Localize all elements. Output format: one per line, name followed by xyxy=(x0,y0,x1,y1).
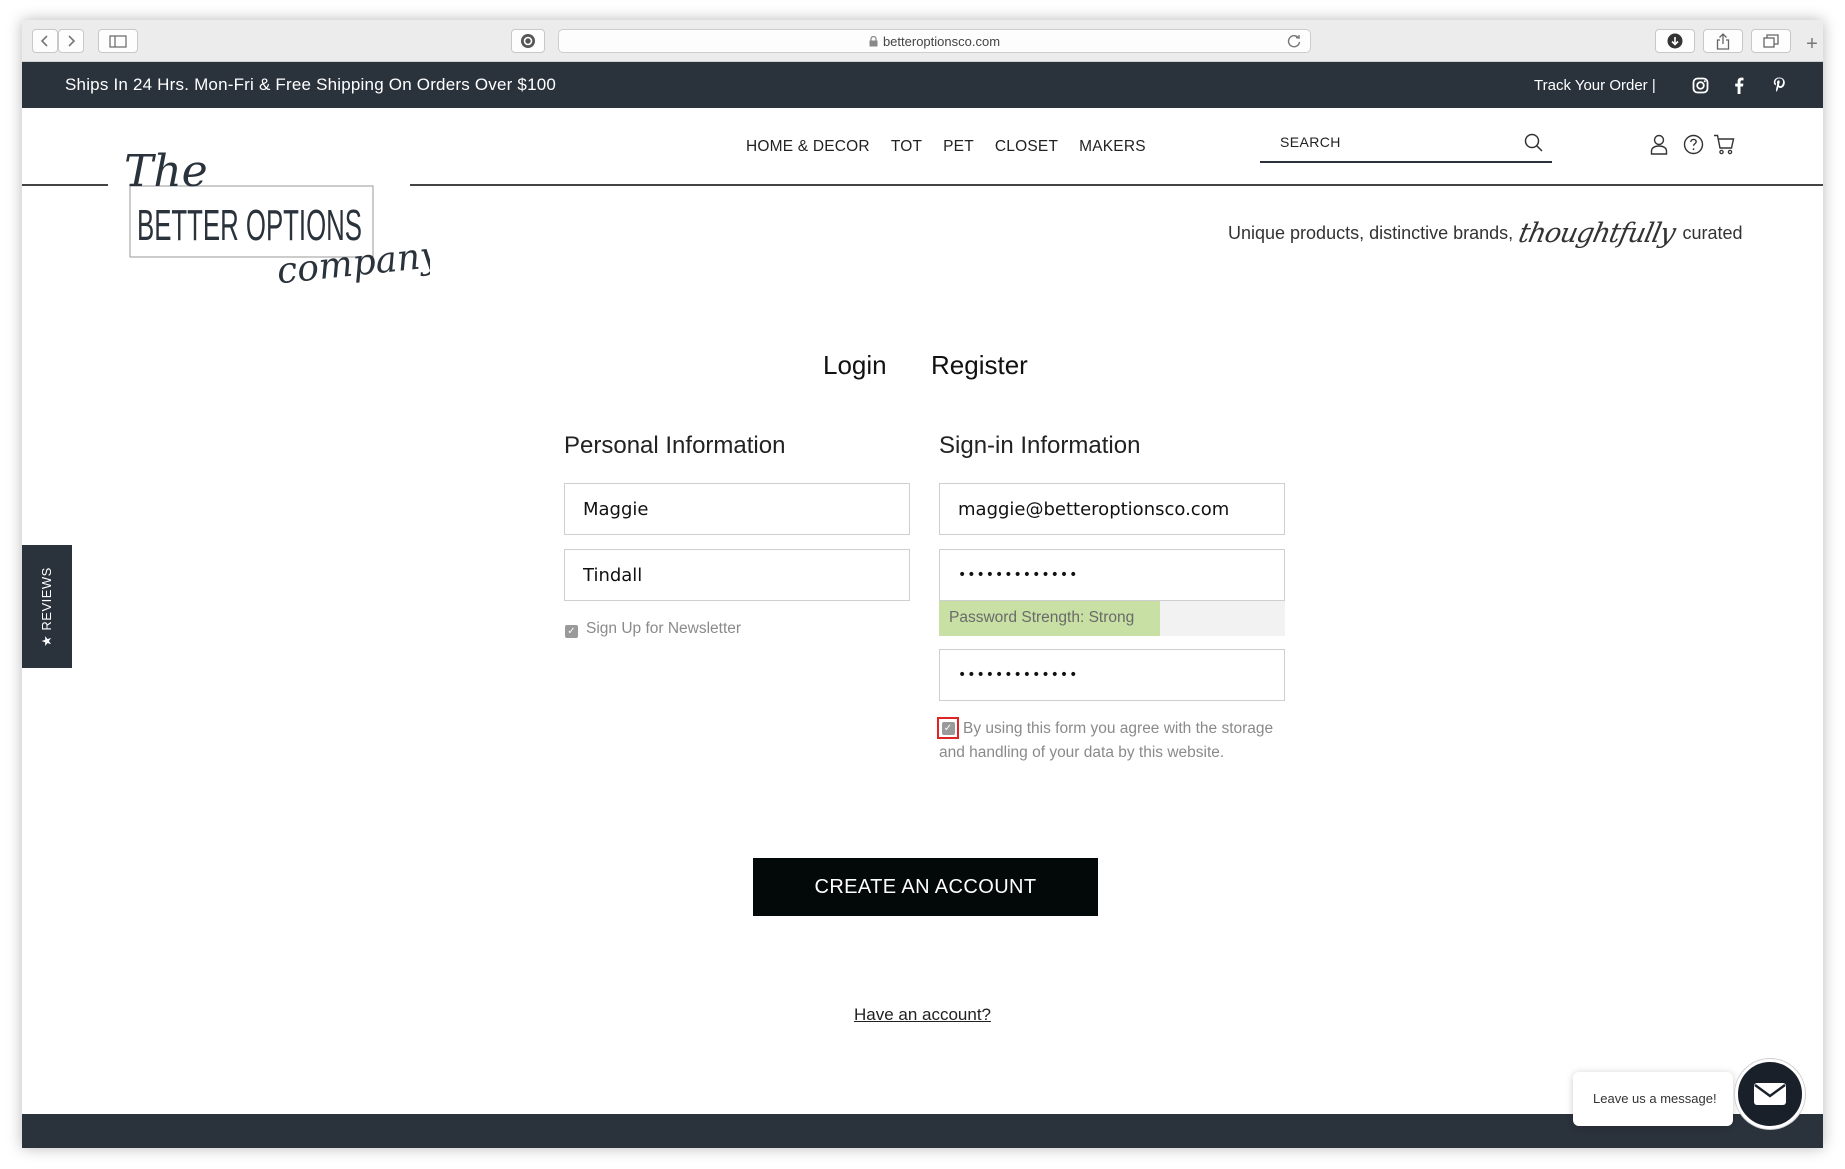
browser-window: betteroptionsco.com + Ships In 24 Hrs. M… xyxy=(22,20,1823,1148)
password-strength-label: Password Strength: Strong xyxy=(949,609,1135,626)
search-label: SEARCH xyxy=(1280,134,1341,150)
main-nav: HOME & DECOR TOT PET CLOSET MAKERS xyxy=(746,138,1167,156)
forward-button[interactable] xyxy=(58,29,84,53)
password-field[interactable]: ••••••••••••• xyxy=(939,549,1285,601)
reload-icon[interactable] xyxy=(1286,33,1302,49)
share-button[interactable] xyxy=(1703,29,1743,53)
new-tab-button[interactable]: + xyxy=(1801,29,1823,59)
share-icon xyxy=(1716,32,1730,50)
nav-item-pet[interactable]: PET xyxy=(943,138,974,156)
track-order-link[interactable]: Track Your Order | xyxy=(1534,77,1656,94)
address-bar[interactable]: betteroptionsco.com xyxy=(558,29,1311,53)
facebook-icon[interactable] xyxy=(1728,74,1750,96)
agree-checkbox[interactable]: ✓ xyxy=(937,717,959,739)
header-divider-right xyxy=(410,184,1823,186)
grammarly-icon xyxy=(521,34,535,48)
nav-item-makers[interactable]: MAKERS xyxy=(1079,138,1146,156)
create-account-button[interactable]: CREATE AN ACCOUNT xyxy=(753,858,1098,916)
tabs-icon xyxy=(1763,34,1779,48)
downloads-button[interactable] xyxy=(1655,29,1695,53)
url-text: betteroptionsco.com xyxy=(882,33,1001,49)
site-logo[interactable]: The BETTER OPTIONS company xyxy=(110,128,443,308)
help-icon[interactable] xyxy=(1681,132,1705,156)
personal-info-title: Personal Information xyxy=(564,432,786,459)
search-icon[interactable] xyxy=(1524,132,1544,154)
shipping-message: Ships In 24 Hrs. Mon-Fri & Free Shipping… xyxy=(65,75,557,94)
chat-button[interactable] xyxy=(1735,1059,1805,1129)
last-name-field[interactable]: Tindall xyxy=(564,549,910,601)
nav-item-closet[interactable]: CLOSET xyxy=(995,138,1058,156)
reviews-tab[interactable]: ★ REVIEWS xyxy=(22,545,72,668)
logo-main-text: BETTER OPTIONS xyxy=(137,201,362,250)
password-strength-meter: Password Strength: Strong xyxy=(939,601,1285,636)
back-button[interactable] xyxy=(32,29,58,53)
download-icon xyxy=(1667,33,1683,49)
search-field[interactable]: SEARCH xyxy=(1260,130,1552,163)
email-field[interactable]: maggie@betteroptionsco.com xyxy=(939,483,1285,535)
tagline: Unique products, distinctive brands, tho… xyxy=(1228,218,1743,249)
reviews-label: ★ REVIEWS xyxy=(39,566,54,647)
tab-login[interactable]: Login xyxy=(823,350,887,381)
announcement-bar: Ships In 24 Hrs. Mon-Fri & Free Shipping… xyxy=(22,62,1823,108)
envelope-icon xyxy=(1754,1083,1786,1105)
sidebar-toggle-button[interactable] xyxy=(98,29,138,53)
pinterest-icon[interactable] xyxy=(1768,74,1790,96)
confirm-password-field[interactable]: ••••••••••••• xyxy=(939,649,1285,701)
tabs-button[interactable] xyxy=(1751,29,1791,53)
sidebar-icon xyxy=(109,34,127,48)
account-icon[interactable] xyxy=(1647,132,1671,156)
extension-button[interactable] xyxy=(511,29,545,53)
logo-the-text: The xyxy=(124,146,208,197)
chat-message-bubble[interactable]: Leave us a message! xyxy=(1573,1072,1733,1126)
nav-item-tot[interactable]: TOT xyxy=(891,138,922,156)
chevron-right-icon xyxy=(68,35,76,47)
agree-check-mark: ✓ xyxy=(941,721,955,735)
agree-label: By using this form you agree with the st… xyxy=(939,720,1274,761)
tagline-prefix: Unique products, distinctive brands, xyxy=(1228,223,1514,243)
lock-icon xyxy=(869,35,878,46)
browser-toolbar: betteroptionsco.com + xyxy=(22,20,1823,62)
instagram-icon[interactable] xyxy=(1689,74,1711,96)
first-name-field[interactable]: Maggie xyxy=(564,483,910,535)
tab-register[interactable]: Register xyxy=(931,350,1028,381)
tagline-script: thoughtfully xyxy=(1515,218,1678,249)
signin-info-title: Sign-in Information xyxy=(939,432,1141,459)
cart-icon[interactable] xyxy=(1712,132,1736,156)
chevron-left-icon xyxy=(40,35,48,47)
newsletter-checkbox[interactable]: ✓ xyxy=(565,625,578,638)
have-account-link[interactable]: Have an account? xyxy=(22,1005,1823,1025)
tagline-suffix: curated xyxy=(1682,223,1743,243)
nav-item-home-decor[interactable]: HOME & DECOR xyxy=(746,138,870,156)
footer-bar xyxy=(22,1114,1823,1148)
newsletter-label: Sign Up for Newsletter xyxy=(586,620,742,637)
header-divider-left xyxy=(22,184,108,186)
